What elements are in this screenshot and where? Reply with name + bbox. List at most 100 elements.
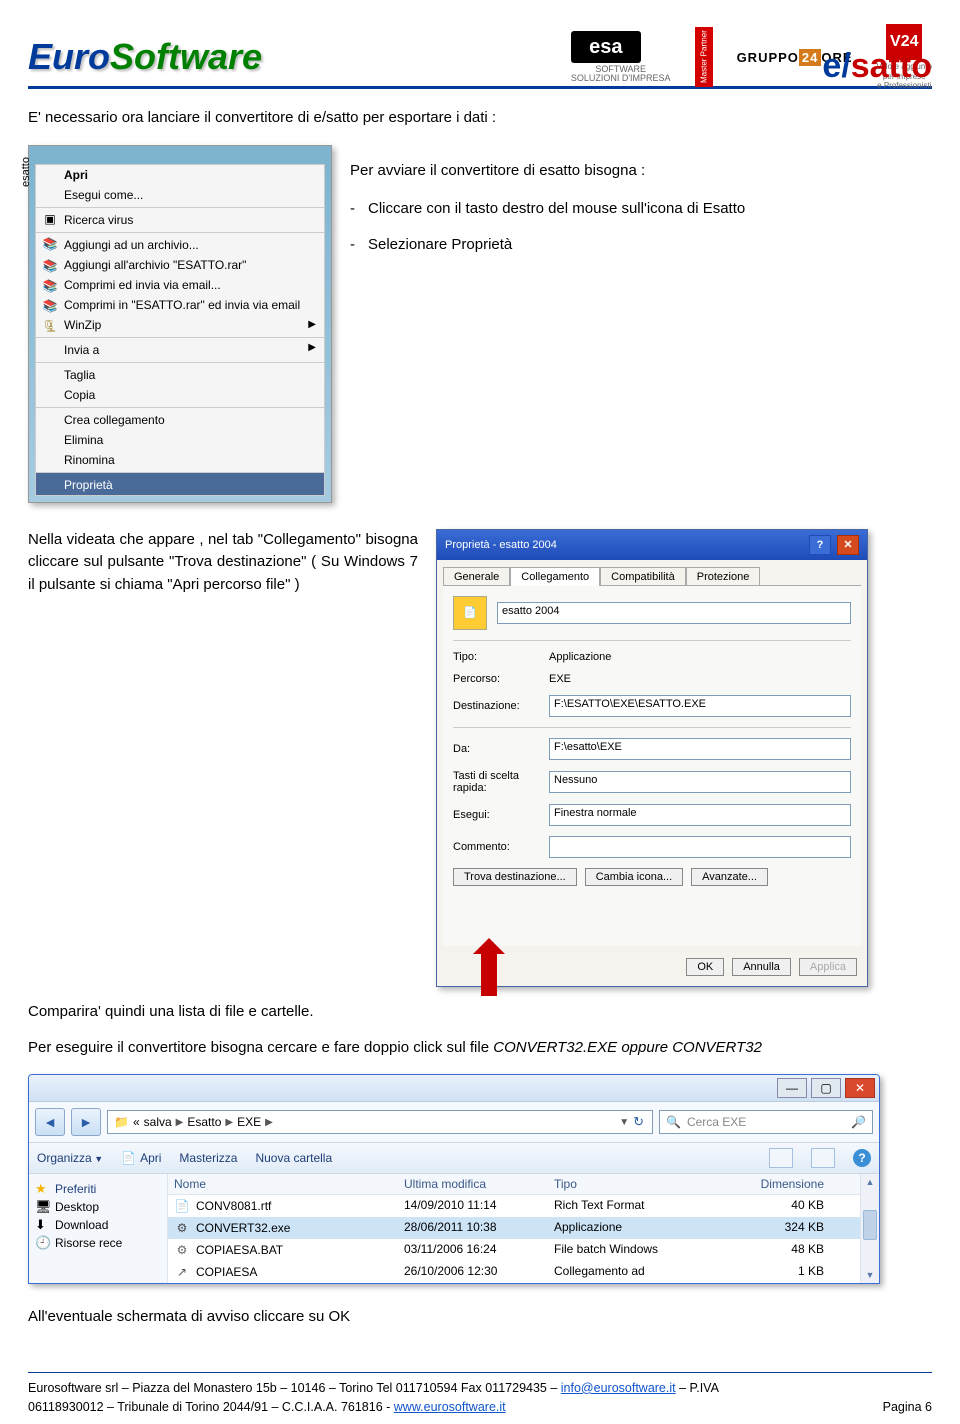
esa-logo: esa SOFTWARE SOLUZIONI D'IMPRESA <box>571 31 671 85</box>
ctx-crea-collegamento[interactable]: Crea collegamento <box>36 407 324 430</box>
annulla-button[interactable]: Annulla <box>732 958 791 976</box>
footer-email-link[interactable]: info@eurosoftware.it <box>561 1381 676 1395</box>
ok-button[interactable]: OK <box>686 958 724 976</box>
help-icon[interactable]: ? <box>853 1149 871 1167</box>
label-tasti: Tasti di scelta rapida: <box>453 770 549 794</box>
winrar-icon: 📚 <box>42 236 58 252</box>
eurosoftware-logo: EuroSoftware <box>28 36 262 78</box>
sidebar-download[interactable]: ⬇Download <box>33 1216 163 1234</box>
applica-button[interactable]: Applica <box>799 958 857 976</box>
ctx-elimina[interactable]: Elimina <box>36 430 324 450</box>
explorer-window: — ▢ ✕ ◄ ► 📁 « salva ▶ Esatto ▶ EXE ▶ ▼ ↻… <box>28 1074 880 1284</box>
app-icon: 📄 <box>453 596 487 630</box>
sidebar-desktop[interactable]: 🖥Desktop <box>33 1198 163 1216</box>
desktop-icon: 🖥 <box>35 1199 52 1215</box>
file-row-selected[interactable]: ⚙CONVERT32.exe 28/06/2011 10:38 Applicaz… <box>168 1217 860 1239</box>
ctx-rinomina[interactable]: Rinomina <box>36 450 324 470</box>
dialog-titlebar: Proprietà - esatto 2004 ? ✕ <box>437 530 867 560</box>
page-number: Pagina 6 <box>883 1398 932 1417</box>
name-field[interactable]: esatto 2004 <box>497 602 851 624</box>
exe-file-icon: ⚙ <box>174 1220 190 1236</box>
dialog-title: Proprietà - esatto 2004 <box>445 539 557 551</box>
winrar-icon: 📚 <box>42 258 58 274</box>
shortcut-icon: ↗ <box>174 1264 190 1280</box>
context-menu-screenshot: esatto Apri Esegui come... ▣Ricerca viru… <box>28 145 332 503</box>
ctx-aggiungi-archivio[interactable]: 📚Aggiungi ad un archivio... <box>36 232 324 255</box>
cambia-icona-button[interactable]: Cambia icona... <box>585 868 683 886</box>
instruction-bullets: Cliccare con il tasto destro del mouse s… <box>350 197 932 256</box>
breadcrumb[interactable]: 📁 « salva ▶ Esatto ▶ EXE ▶ ▼ ↻ <box>107 1110 653 1134</box>
rtf-file-icon: 📄 <box>174 1198 190 1214</box>
close-button[interactable]: ✕ <box>837 535 859 555</box>
ctx-copia[interactable]: Copia <box>36 385 324 405</box>
preview-pane-button[interactable] <box>811 1148 835 1168</box>
window-titlebar: — ▢ ✕ <box>29 1075 879 1102</box>
ctx-comprimi-email[interactable]: 📚Comprimi ed invia via email... <box>36 275 324 295</box>
search-go-icon[interactable]: 🔎 <box>851 1115 866 1129</box>
ctx-winzip[interactable]: 🗜WinZip▶ <box>36 315 324 335</box>
scroll-down-icon[interactable]: ▼ <box>861 1267 879 1283</box>
scroll-up-icon[interactable]: ▲ <box>861 1174 879 1190</box>
avanzate-button[interactable]: Avanzate... <box>691 868 768 886</box>
tab-protezione[interactable]: Protezione <box>686 567 761 586</box>
page-footer: Eurosoftware srl – Piazza del Monastero … <box>28 1372 932 1417</box>
apri-action[interactable]: 📄Apri <box>121 1151 161 1165</box>
label-tipo: Tipo: <box>453 651 549 663</box>
file-row[interactable]: ↗COPIAESA 26/10/2006 12:30 Collegamento … <box>168 1261 860 1283</box>
ctx-taglia[interactable]: Taglia <box>36 362 324 385</box>
ctx-proprieta[interactable]: Proprietà <box>36 472 324 495</box>
footer-web-link[interactable]: www.eurosoftware.it <box>394 1400 506 1414</box>
maximize-button[interactable]: ▢ <box>811 1078 841 1098</box>
search-icon: 🔍 <box>666 1115 681 1129</box>
col-header-date[interactable]: Ultima modifica <box>404 1177 554 1191</box>
file-row[interactable]: 📄CONV8081.rtf 14/09/2010 11:14 Rich Text… <box>168 1195 860 1217</box>
back-button[interactable]: ◄ <box>35 1108 65 1136</box>
header-divider <box>28 86 932 89</box>
forward-button[interactable]: ► <box>71 1108 101 1136</box>
scrollbar[interactable]: ▲ ▼ <box>860 1174 879 1283</box>
intro-text: E' necessario ora lanciare il convertito… <box>28 107 932 129</box>
star-icon: ★ <box>35 1181 47 1197</box>
commento-field[interactable] <box>549 836 851 858</box>
col-header-size[interactable]: Dimensione <box>734 1177 854 1191</box>
submenu-arrow-icon: ▶ <box>308 319 316 330</box>
da-field[interactable]: F:\esatto\EXE <box>549 738 851 760</box>
tab-collegamento[interactable]: Collegamento <box>510 567 600 586</box>
explorer-toolbar: Organizza 📄Apri Masterizza Nuova cartell… <box>29 1143 879 1174</box>
label-esegui: Esegui: <box>453 809 549 821</box>
close-window-button[interactable]: ✕ <box>845 1078 875 1098</box>
view-mode-button[interactable] <box>769 1148 793 1168</box>
ctx-invia-a[interactable]: Invia a▶ <box>36 337 324 360</box>
help-button[interactable]: ? <box>809 535 831 555</box>
file-row[interactable]: ⚙COPIAESA.BAT 03/11/2006 16:24 File batc… <box>168 1239 860 1261</box>
bat-file-icon: ⚙ <box>174 1242 190 1258</box>
search-box[interactable]: 🔍 Cerca EXE 🔎 <box>659 1110 873 1134</box>
sidebar-recenti[interactable]: 🕘Risorse rece <box>33 1234 163 1252</box>
minimize-button[interactable]: — <box>777 1078 807 1098</box>
col-header-type[interactable]: Tipo <box>554 1177 734 1191</box>
convert-text: Per eseguire il convertitore bisogna cer… <box>28 1037 932 1059</box>
lista-text: Comparira' quindi una lista di file e ca… <box>28 1001 932 1023</box>
nuova-cartella-action[interactable]: Nuova cartella <box>255 1151 332 1165</box>
properties-dialog: Proprietà - esatto 2004 ? ✕ Generale Col… <box>436 529 868 987</box>
label-percorso: Percorso: <box>453 673 549 685</box>
ctx-comprimi-rar-email[interactable]: 📚Comprimi in "ESATTO.rar" ed invia via e… <box>36 295 324 315</box>
organizza-menu[interactable]: Organizza <box>37 1151 103 1165</box>
esegui-field[interactable]: Finestra normale <box>549 804 851 826</box>
trova-destinazione-button[interactable]: Trova destinazione... <box>453 868 577 886</box>
value-percorso: EXE <box>549 673 851 685</box>
scroll-thumb[interactable] <box>863 1210 877 1240</box>
ctx-esegui-come[interactable]: Esegui come... <box>36 185 324 205</box>
ctx-aggiungi-archivio-rar[interactable]: 📚Aggiungi all'archivio "ESATTO.rar" <box>36 255 324 275</box>
tasti-field[interactable]: Nessuno <box>549 771 851 793</box>
navigation-bar: ◄ ► 📁 « salva ▶ Esatto ▶ EXE ▶ ▼ ↻ 🔍 Cer… <box>29 1102 879 1143</box>
tab-generale[interactable]: Generale <box>443 567 510 586</box>
ctx-apri[interactable]: Apri <box>36 165 324 185</box>
sidebar-preferiti[interactable]: ★Preferiti <box>33 1180 163 1198</box>
tab-compatibilita[interactable]: Compatibilità <box>600 567 686 586</box>
ctx-ricerca-virus[interactable]: ▣Ricerca virus <box>36 207 324 230</box>
destinazione-field[interactable]: F:\ESATTO\EXE\ESATTO.EXE <box>549 695 851 717</box>
refresh-icon[interactable]: ↻ <box>633 1114 644 1130</box>
masterizza-action[interactable]: Masterizza <box>179 1151 237 1165</box>
col-header-name[interactable]: Nome <box>174 1177 404 1191</box>
